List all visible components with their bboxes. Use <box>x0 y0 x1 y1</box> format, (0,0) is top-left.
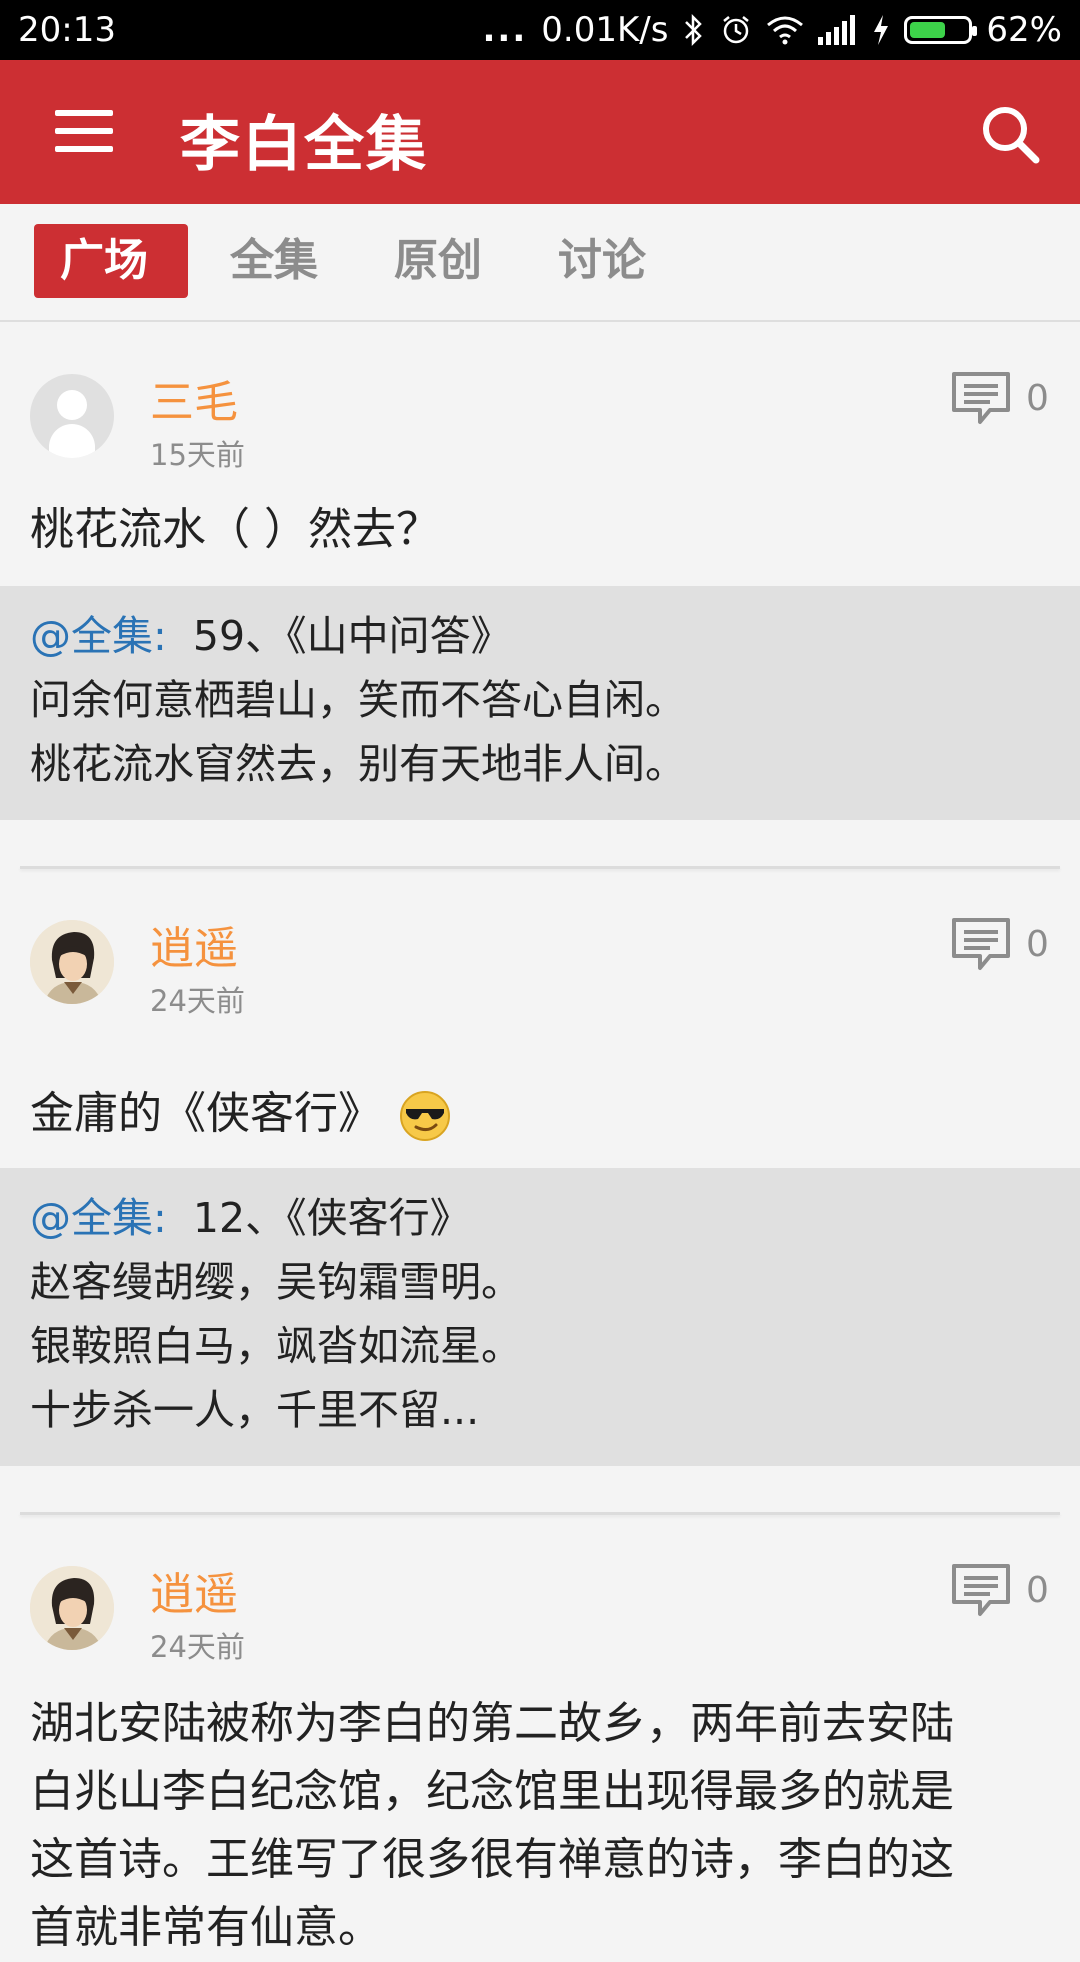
author-name[interactable]: 三毛 <box>150 366 238 430</box>
app-title: 李白全集 <box>180 110 428 180</box>
post-card[interactable]: 三毛 15天前 0 桃花流水（ ）然去？ @全集: 59、《山中问答》 问余何意… <box>0 320 1080 820</box>
menu-icon[interactable] <box>55 110 113 152</box>
battery-fill <box>910 22 946 38</box>
post-time: 24天前 <box>150 1630 245 1664</box>
post-text: 金庸的《侠客行》 <box>30 1088 382 1139</box>
post-text-line: 湖北安陆被称为李白的第二故乡，两年前去安陆 <box>30 1698 954 1749</box>
comment-icon[interactable] <box>950 916 1012 972</box>
battery-icon <box>904 16 978 44</box>
comment-icon[interactable] <box>950 1562 1012 1618</box>
mention-link[interactable]: @全集: <box>30 1194 167 1242</box>
cool-emoji-icon <box>400 1091 450 1141</box>
notification-dots: ... <box>482 10 528 50</box>
avatar[interactable] <box>30 1566 114 1650</box>
quote-line: 问余何意栖碧山，笑而不答心自闲。 <box>30 676 686 724</box>
alarm-icon <box>723 16 750 44</box>
search-icon[interactable] <box>978 102 1042 166</box>
tab-bar: 广场 全集 原创 讨论 <box>0 204 1080 322</box>
tab-square[interactable]: 广场 <box>34 224 188 298</box>
app-bar: 李白全集 <box>0 60 1080 204</box>
comment-count: 0 <box>1026 924 1049 965</box>
mention-link[interactable]: @全集: <box>30 612 167 660</box>
post-text: 桃花流水（ ）然去？ <box>30 504 440 555</box>
avatar[interactable] <box>30 374 114 458</box>
post-card[interactable]: 逍遥 24天前 0 湖北安陆被称为李白的第二故乡，两年前去安陆 白兆山李白纪念馆… <box>0 1516 1080 1953</box>
author-name[interactable]: 逍遥 <box>150 912 238 976</box>
post-text-line: 白兆山李白纪念馆，纪念馆里出现得最多的就是 <box>30 1766 954 1817</box>
quoted-poem[interactable]: @全集: 59、《山中问答》 问余何意栖碧山，笑而不答心自闲。 桃花流水窅然去，… <box>0 586 1080 820</box>
tab-collection[interactable]: 全集 <box>204 224 344 298</box>
signal-icon <box>818 15 856 45</box>
post-text-line: 首就非常有仙意。 <box>30 1902 382 1953</box>
status-time: 20:13 <box>18 10 116 50</box>
comment-count: 0 <box>1026 1570 1049 1611</box>
hero-portrait-icon <box>30 1566 114 1650</box>
author-name[interactable]: 逍遥 <box>150 1558 238 1622</box>
network-speed: 0.01K/s <box>541 10 669 50</box>
post-time: 15天前 <box>150 438 245 472</box>
post-time: 24天前 <box>150 984 245 1018</box>
hero-portrait-icon <box>30 920 114 1004</box>
quote-line: 桃花流水窅然去，别有天地非人间。 <box>30 740 686 788</box>
quote-line: 银鞍照白马，飒沓如流星。 <box>30 1322 522 1370</box>
quote-title: 12、《侠客行》 <box>192 1194 471 1242</box>
post-divider <box>20 866 1060 869</box>
quote-line: 赵客缦胡缨，吴钩霜雪明。 <box>30 1258 522 1306</box>
wifi-icon <box>767 16 804 45</box>
tab-original[interactable]: 原创 <box>368 224 508 298</box>
post-text: 湖北安陆被称为李白的第二故乡，两年前去安陆 白兆山李白纪念馆，纪念馆里出现得最多… <box>30 1690 1050 1962</box>
post-text-row: 金庸的《侠客行》 <box>30 1080 1050 1148</box>
comment-icon[interactable] <box>950 370 1012 426</box>
status-icons: ... 0.01K/s 62% <box>483 10 1063 50</box>
comment-count: 0 <box>1026 378 1049 419</box>
quoted-poem[interactable]: @全集: 12、《侠客行》 赵客缦胡缨，吴钩霜雪明。 银鞍照白马，飒沓如流星。 … <box>0 1168 1080 1466</box>
battery-percent: 62% <box>986 10 1062 50</box>
charging-icon <box>874 15 889 45</box>
status-bar: 20:13 ... 0.01K/s 62% <box>0 0 1080 60</box>
post-text-line: 这首诗。王维写了很多很有禅意的诗，李白的这 <box>30 1834 954 1885</box>
bluetooth-icon <box>685 13 703 47</box>
quote-title: 59、《山中问答》 <box>192 612 512 660</box>
tab-discussion[interactable]: 讨论 <box>532 224 672 298</box>
post-divider <box>20 1512 1060 1515</box>
avatar[interactable] <box>30 920 114 1004</box>
post-card[interactable]: 逍遥 24天前 0 金庸的《侠客行》 @全集: 12、《侠客行》 赵客缦胡缨，吴… <box>0 870 1080 1466</box>
quote-line: 十步杀一人，千里不留... <box>30 1386 480 1434</box>
